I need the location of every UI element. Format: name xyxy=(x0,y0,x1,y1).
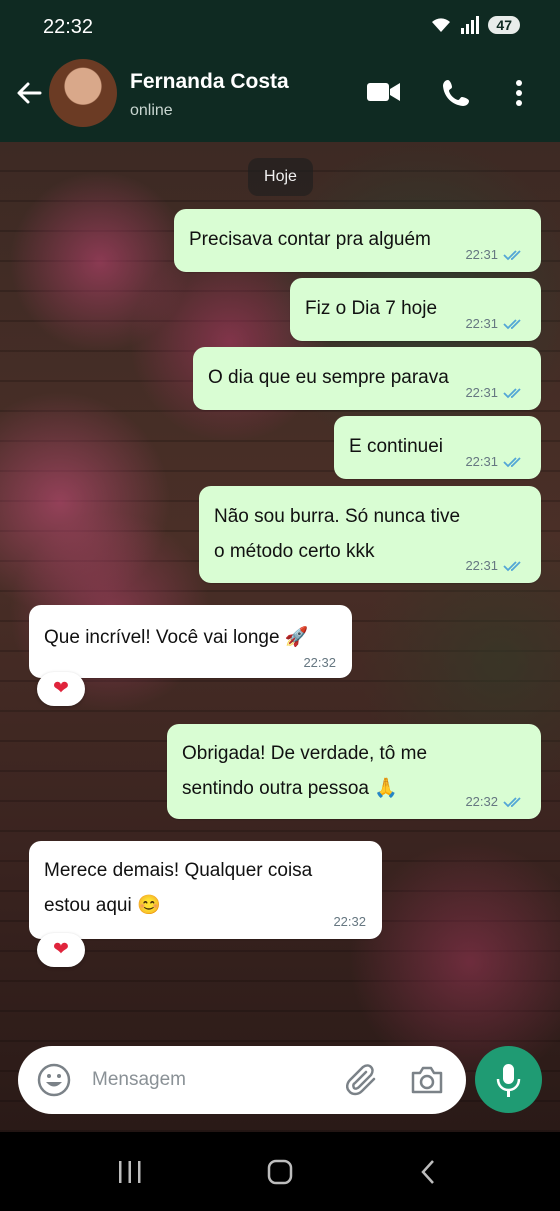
message-bubble[interactable]: Precisava contar pra alguém 22:31 xyxy=(174,209,541,272)
message-text: Que incrível! Você vai longe 🚀 xyxy=(44,627,309,648)
message-line: sentindo outra pessoa 🙏 xyxy=(182,778,398,799)
wifi-icon xyxy=(432,18,451,32)
message-text: O dia que eu sempre parava xyxy=(208,367,449,388)
video-call-icon[interactable] xyxy=(366,78,402,106)
more-vert-icon[interactable] xyxy=(512,78,526,108)
message-bubble[interactable]: O dia que eu sempre parava 22:31 xyxy=(193,347,541,410)
recents-icon[interactable] xyxy=(117,1160,143,1184)
status-time: 22:32 xyxy=(43,16,94,38)
message-meta: 22:31 xyxy=(465,316,525,331)
message-time: 22:31 xyxy=(465,316,498,331)
message-meta: 22:31 xyxy=(465,247,525,262)
back-arrow-icon[interactable] xyxy=(14,78,44,108)
read-ticks-icon xyxy=(503,387,521,398)
message-time: 22:31 xyxy=(465,247,498,262)
message-bubble[interactable]: Obrigada! De verdade, tô me sentindo out… xyxy=(167,724,541,819)
message-meta: 22:31 xyxy=(465,385,525,400)
reaction-badge[interactable]: ❤ xyxy=(37,672,85,706)
message-time: 22:31 xyxy=(465,454,498,469)
attach-icon[interactable] xyxy=(346,1064,380,1096)
contact-name[interactable]: Fernanda Costa xyxy=(130,70,289,94)
read-ticks-icon xyxy=(503,796,521,807)
message-time: 22:31 xyxy=(465,385,498,400)
message-input[interactable]: Mensagem xyxy=(92,1069,186,1091)
message-bubble[interactable]: E continuei 22:31 xyxy=(334,416,541,479)
message-time: 22:32 xyxy=(465,794,498,809)
phone-icon[interactable] xyxy=(441,78,471,108)
message-text: Não sou burra. Só nunca tive o método ce… xyxy=(214,499,460,569)
read-ticks-icon xyxy=(503,456,521,467)
battery-icon: 47 xyxy=(488,16,520,34)
contact-status: online xyxy=(130,102,173,119)
message-line: Obrigada! De verdade, tô me xyxy=(182,743,428,764)
message-bubble[interactable]: Não sou burra. Só nunca tive o método ce… xyxy=(199,486,541,583)
message-bubble[interactable]: Merece demais! Qualquer coisa estou aqui… xyxy=(29,841,382,939)
message-meta: 22:32 xyxy=(333,914,366,929)
message-text: Merece demais! Qualquer coisa estou aqui… xyxy=(44,853,312,923)
message-meta: 22:32 xyxy=(465,794,525,809)
mic-icon xyxy=(496,1064,521,1097)
camera-icon[interactable] xyxy=(410,1064,444,1096)
status-icons: 47 xyxy=(430,16,520,34)
message-line: o método certo kkk xyxy=(214,541,375,562)
message-time: 22:31 xyxy=(465,558,498,573)
status-bar: 22:32 47 xyxy=(0,0,560,56)
message-text: Fiz o Dia 7 hoje xyxy=(305,298,438,319)
chat-header: Fernanda Costa online xyxy=(0,56,560,142)
message-text: E continuei xyxy=(349,436,444,457)
read-ticks-icon xyxy=(503,318,521,329)
home-icon[interactable] xyxy=(267,1159,293,1185)
read-ticks-icon xyxy=(503,560,521,571)
message-meta: 22:32 xyxy=(303,655,336,670)
mic-button[interactable] xyxy=(475,1046,542,1113)
message-composer[interactable]: Mensagem xyxy=(18,1046,466,1114)
avatar[interactable] xyxy=(49,59,117,127)
emoji-icon[interactable] xyxy=(37,1063,71,1097)
back-icon[interactable] xyxy=(420,1159,436,1185)
read-ticks-icon xyxy=(503,249,521,260)
message-text: Obrigada! De verdade, tô me sentindo out… xyxy=(182,736,427,806)
message-bubble[interactable]: Que incrível! Você vai longe 🚀 22:32 xyxy=(29,605,352,678)
message-line: Não sou burra. Só nunca tive xyxy=(214,506,461,527)
message-line: Merece demais! Qualquer coisa xyxy=(44,860,313,881)
message-bubble[interactable]: Fiz o Dia 7 hoje 22:31 xyxy=(290,278,541,341)
date-chip: Hoje xyxy=(248,158,313,196)
message-time: 22:32 xyxy=(303,655,336,670)
message-meta: 22:31 xyxy=(465,454,525,469)
signal-icon xyxy=(461,16,480,34)
system-nav-bar xyxy=(0,1132,560,1211)
message-text: Precisava contar pra alguém xyxy=(189,229,431,250)
reaction-badge[interactable]: ❤ xyxy=(37,933,85,967)
message-line: estou aqui 😊 xyxy=(44,895,161,916)
message-meta: 22:31 xyxy=(465,558,525,573)
message-time: 22:32 xyxy=(333,914,366,929)
